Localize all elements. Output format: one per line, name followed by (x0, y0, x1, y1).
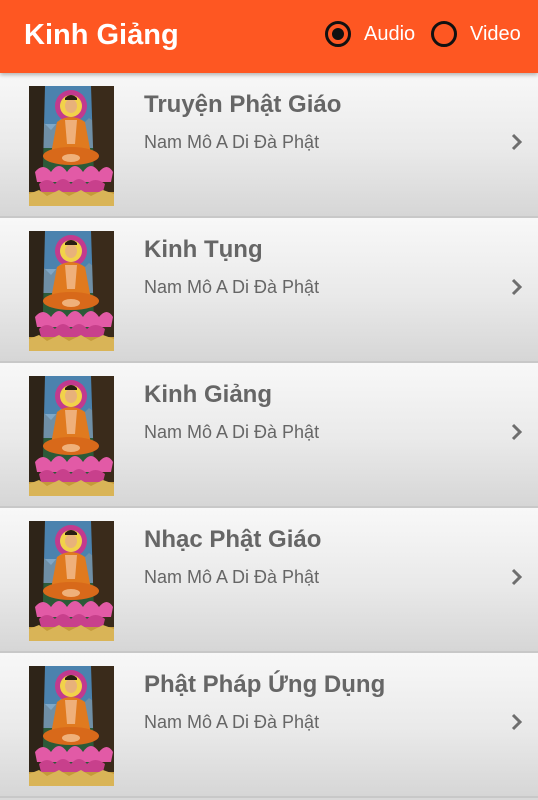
audio-radio-option[interactable]: Audio (325, 19, 415, 49)
chevron-right-icon[interactable] (510, 278, 524, 296)
category-list: Truyện Phật Giáo Nam Mô A Di Đà Phật Kin… (0, 73, 538, 798)
app-title: Kinh Giảng (24, 19, 179, 51)
video-radio-option[interactable]: Video (431, 19, 521, 49)
list-item-subtitle: Nam Mô A Di Đà Phật (144, 567, 320, 587)
chevron-right-icon[interactable] (510, 423, 524, 441)
list-item[interactable]: Kinh Tụng Nam Mô A Di Đà Phật (0, 218, 538, 363)
list-item[interactable]: Kinh Giảng Nam Mô A Di Đà Phật (0, 363, 538, 508)
buddha-image (29, 521, 114, 641)
buddha-image (29, 231, 114, 351)
list-item-title: Truyện Phật Giáo (144, 91, 342, 118)
list-item[interactable]: Nhạc Phật Giáo Nam Mô A Di Đà Phật (0, 508, 538, 653)
list-item-title: Kinh Giảng (144, 381, 272, 408)
video-label: Video (470, 23, 521, 45)
chevron-right-icon[interactable] (510, 713, 524, 731)
buddha-image (29, 666, 114, 786)
list-item-subtitle: Nam Mô A Di Đà Phật (144, 712, 320, 732)
audio-label: Audio (364, 23, 416, 45)
list-item-subtitle: Nam Mô A Di Đà Phật (144, 422, 320, 442)
list-item[interactable]: Phật Pháp Ứng Dụng Nam Mô A Di Đà Phật (0, 653, 538, 798)
chevron-right-icon[interactable] (510, 568, 524, 586)
radio-checked-icon[interactable] (325, 21, 351, 47)
app-bar: Kinh Giảng Audio Video (0, 0, 538, 73)
buddha-image (29, 376, 114, 496)
list-item-subtitle: Nam Mô A Di Đà Phật (144, 277, 320, 297)
list-item-title: Phật Pháp Ứng Dụng (144, 671, 386, 698)
buddha-image (29, 86, 114, 206)
list-item-title: Kinh Tụng (144, 236, 263, 263)
chevron-right-icon[interactable] (510, 133, 524, 151)
radio-unchecked-icon[interactable] (431, 21, 457, 47)
list-item[interactable]: Truyện Phật Giáo Nam Mô A Di Đà Phật (0, 73, 538, 218)
radio-dot (332, 28, 344, 40)
list-item-title: Nhạc Phật Giáo (144, 526, 322, 553)
list-item-subtitle: Nam Mô A Di Đà Phật (144, 132, 320, 152)
